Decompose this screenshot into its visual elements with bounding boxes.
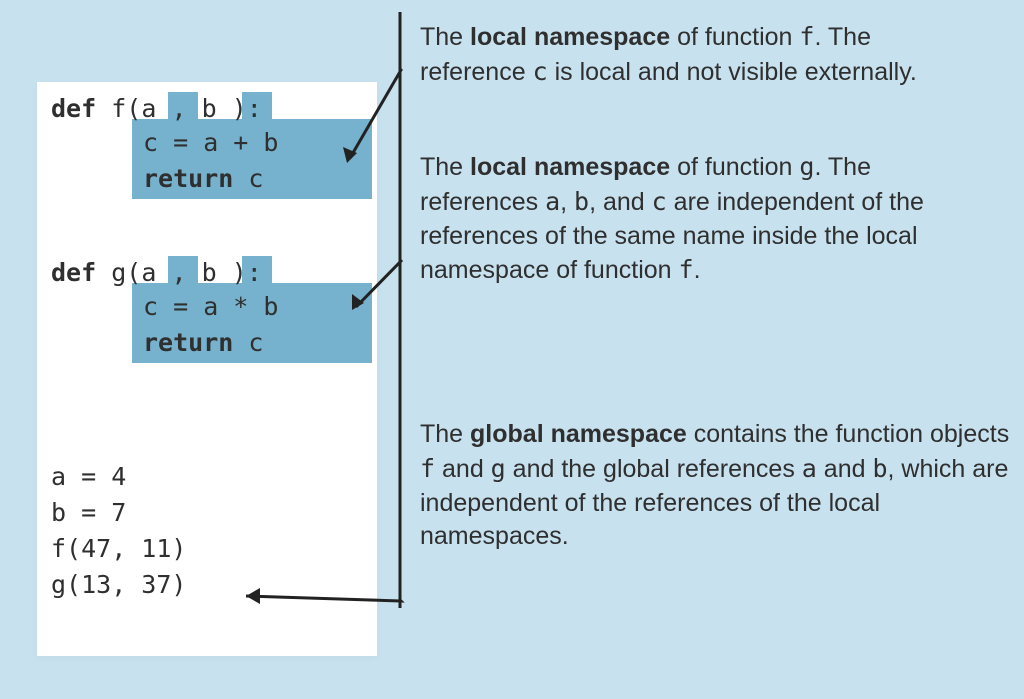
code-global-b: b = 7 (51, 496, 126, 530)
code-call-f: f(47, 11) (51, 532, 186, 566)
code-panel: def f(a , b ): c = a + b return c def g(… (37, 82, 377, 656)
code-g-return: return c (143, 326, 263, 360)
annotation-local-f: The local namespace of function f. The r… (420, 20, 980, 90)
annotation-local-g: The local namespace of function g. The r… (420, 150, 980, 288)
code-global-a: a = 4 (51, 460, 126, 494)
code-f-return: return c (143, 162, 263, 196)
code-def-f: def f(a , b ): (51, 92, 262, 126)
code-g-body1: c = a * b (143, 290, 278, 324)
code-f-body1: c = a + b (143, 126, 278, 160)
code-call-g: g(13, 37) (51, 568, 186, 602)
code-def-g: def g(a , b ): (51, 256, 262, 290)
annotation-global: The global namespace contains the functi… (420, 418, 1010, 554)
